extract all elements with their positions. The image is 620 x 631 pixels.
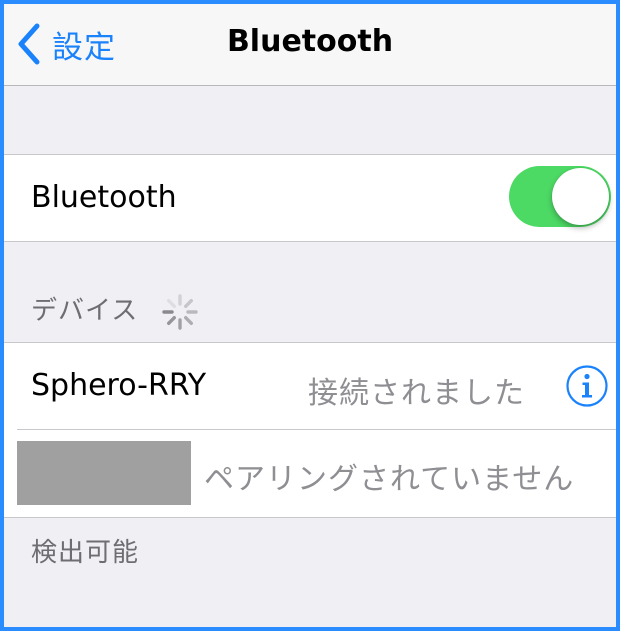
redacted-device-name	[17, 441, 191, 505]
divider	[4, 517, 616, 518]
pairing-status: ペアリングされていません	[204, 462, 575, 497]
bluetooth-label: Bluetooth	[31, 180, 177, 215]
navigation-bar: 設定 Bluetooth	[4, 4, 616, 86]
connection-status: 接続されました	[308, 376, 525, 411]
device-row[interactable]: Sphero-RRY 接続されました	[4, 343, 616, 429]
device-name: Sphero-RRY	[31, 368, 207, 403]
discoverable-label: 検出可能	[31, 538, 140, 568]
settings-screen: 設定 Bluetooth Bluetooth デバイス Sphero-RRY 接…	[0, 0, 620, 631]
page-title: Bluetooth	[226, 24, 394, 59]
bluetooth-toggle-cell: Bluetooth	[4, 155, 616, 241]
info-icon[interactable]	[566, 365, 608, 407]
devices-section-header: デバイス	[31, 296, 139, 326]
divider	[4, 241, 616, 242]
bluetooth-switch[interactable]	[509, 166, 611, 227]
switch-knob	[552, 168, 609, 225]
spinner-icon	[162, 294, 198, 330]
